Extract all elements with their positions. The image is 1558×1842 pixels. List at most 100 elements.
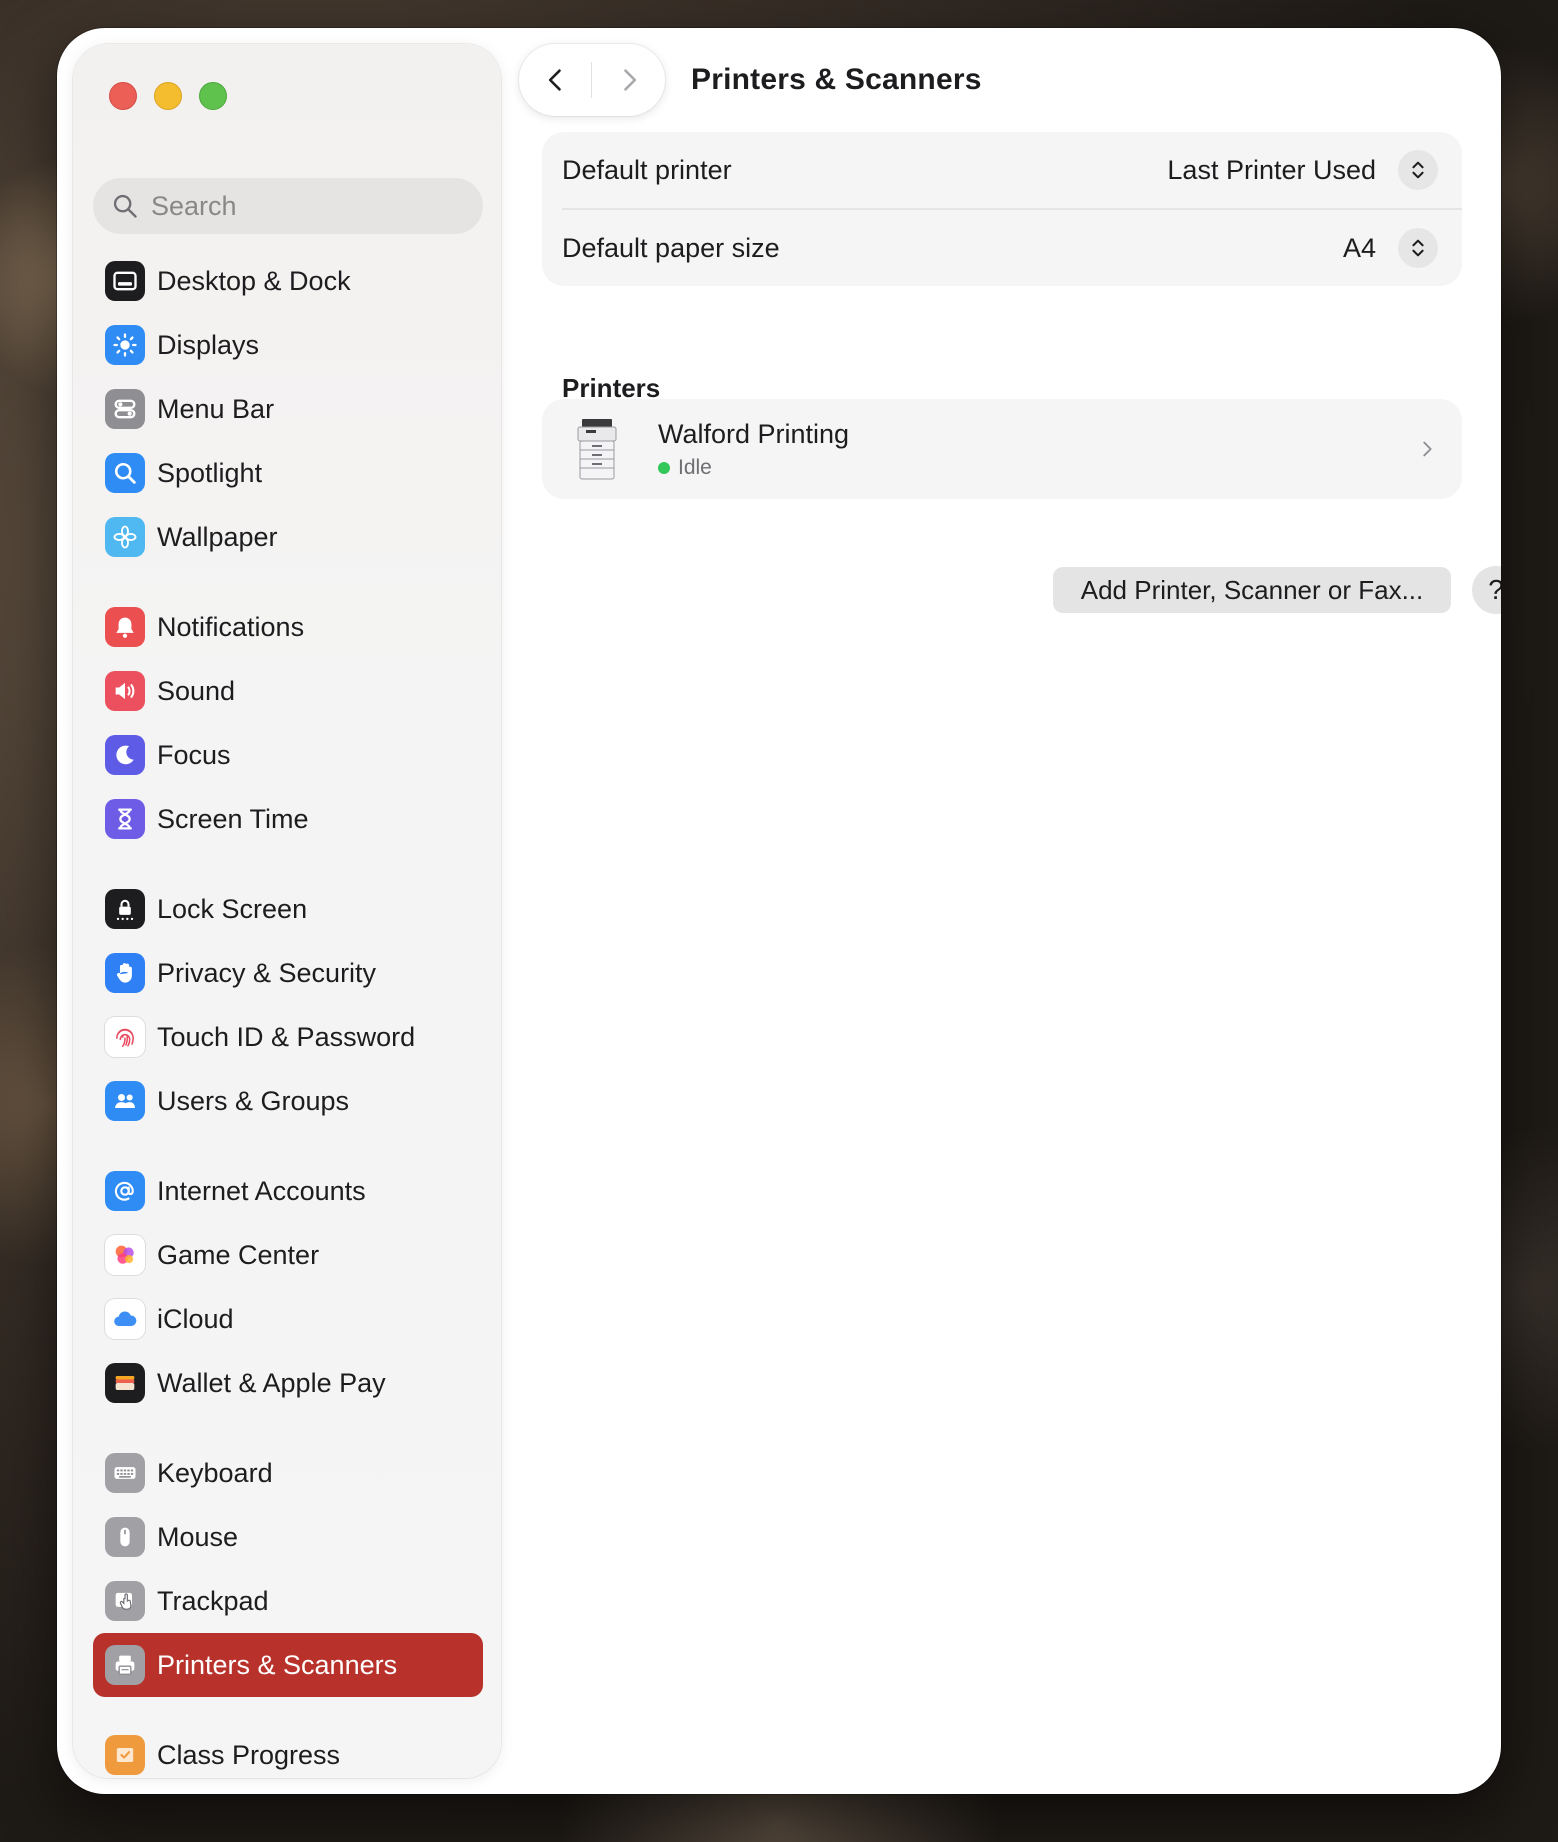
printer-status-text: Idle bbox=[678, 455, 712, 479]
notifications-icon bbox=[105, 607, 145, 647]
settings-window: Search Desktop & Dock Displays Menu Bar bbox=[57, 28, 1501, 1794]
sidebar-item-label: Wallpaper bbox=[157, 521, 278, 552]
default-paper-value: A4 bbox=[1342, 232, 1376, 263]
game-center-icon bbox=[105, 1235, 145, 1275]
help-button[interactable]: ? bbox=[1472, 566, 1501, 614]
sidebar-item-touch-id[interactable]: Touch ID & Password bbox=[93, 1005, 483, 1069]
wallpaper-icon bbox=[105, 517, 145, 557]
sidebar-item-label: Game Center bbox=[157, 1239, 320, 1270]
at-sign-icon bbox=[105, 1171, 145, 1211]
add-printer-button[interactable]: Add Printer, Scanner or Fax... bbox=[1053, 567, 1451, 613]
sidebar-item-privacy-security[interactable]: Privacy & Security bbox=[93, 941, 483, 1005]
default-printer-label: Default printer bbox=[562, 154, 732, 185]
sidebar-item-label: Sound bbox=[157, 675, 236, 706]
sidebar-item-wallet[interactable]: Wallet & Apple Pay bbox=[93, 1351, 483, 1415]
sidebar-item-users-groups[interactable]: Users & Groups bbox=[93, 1069, 483, 1133]
sidebar-item-label: Displays bbox=[157, 329, 260, 360]
focus-icon bbox=[105, 735, 145, 775]
sidebar-item-displays[interactable]: Displays bbox=[93, 313, 483, 377]
sidebar-item-label: Menu Bar bbox=[157, 393, 275, 424]
sidebar-item-trackpad[interactable]: Trackpad bbox=[93, 1569, 483, 1633]
navigation-buttons bbox=[519, 44, 665, 116]
sidebar-item-label: Mouse bbox=[157, 1521, 239, 1552]
screen-time-icon bbox=[105, 799, 145, 839]
displays-icon bbox=[105, 325, 145, 365]
sound-icon bbox=[105, 671, 145, 711]
sidebar-item-game-center[interactable]: Game Center bbox=[93, 1223, 483, 1287]
chevron-up-down-icon bbox=[1412, 161, 1424, 179]
sidebar-item-mouse[interactable]: Mouse bbox=[93, 1505, 483, 1569]
back-button[interactable] bbox=[542, 66, 570, 94]
sidebar-item-spotlight[interactable]: Spotlight bbox=[93, 441, 483, 505]
forward-button[interactable] bbox=[615, 66, 643, 94]
sidebar-nav: Desktop & Dock Displays Menu Bar Spotlig… bbox=[93, 249, 483, 1787]
sidebar-item-label: Trackpad bbox=[157, 1585, 269, 1616]
sidebar-item-label: Lock Screen bbox=[157, 893, 308, 924]
sidebar-item-label: Screen Time bbox=[157, 803, 309, 834]
sidebar-item-menu-bar[interactable]: Menu Bar bbox=[93, 377, 483, 441]
sidebar-item-sound[interactable]: Sound bbox=[93, 659, 483, 723]
menu-bar-icon bbox=[105, 389, 145, 429]
printers-list: Walford Printing Idle bbox=[542, 399, 1462, 499]
sidebar-item-label: Class Progress bbox=[157, 1739, 341, 1770]
spotlight-icon bbox=[105, 453, 145, 493]
sidebar-item-notifications[interactable]: Notifications bbox=[93, 595, 483, 659]
lock-screen-icon bbox=[105, 889, 145, 929]
default-printer-row[interactable]: Default printer Last Printer Used bbox=[542, 132, 1462, 208]
chevron-right-icon bbox=[1423, 441, 1432, 457]
chevron-up-down-icon bbox=[1412, 239, 1424, 257]
sidebar-item-label: Touch ID & Password bbox=[157, 1021, 416, 1052]
sidebar-item-keyboard[interactable]: Keyboard bbox=[93, 1441, 483, 1505]
sidebar-item-label: Spotlight bbox=[157, 457, 263, 488]
sidebar-item-label: Printers & Scanners bbox=[157, 1649, 398, 1680]
trackpad-icon bbox=[105, 1581, 145, 1621]
search-icon bbox=[113, 194, 137, 218]
search-input[interactable]: Search bbox=[93, 178, 483, 234]
sidebar-item-label: Desktop & Dock bbox=[157, 265, 351, 296]
close-button[interactable] bbox=[109, 82, 137, 110]
toolbar: Printers & Scanners bbox=[519, 44, 1479, 116]
sidebar-item-label: Internet Accounts bbox=[157, 1175, 366, 1206]
icloud-icon bbox=[105, 1299, 145, 1339]
default-printer-stepper[interactable] bbox=[1398, 150, 1438, 190]
printer-name: Walford Printing bbox=[658, 418, 850, 449]
keyboard-icon bbox=[105, 1453, 145, 1493]
sidebar-item-printers-scanners[interactable]: Printers & Scanners bbox=[93, 1633, 483, 1697]
class-progress-icon bbox=[105, 1735, 145, 1775]
printer-row[interactable]: Walford Printing Idle bbox=[542, 399, 1462, 499]
wallet-icon bbox=[105, 1363, 145, 1403]
mouse-icon bbox=[105, 1517, 145, 1557]
sidebar-item-icloud[interactable]: iCloud bbox=[93, 1287, 483, 1351]
sidebar-item-lock-screen[interactable]: Lock Screen bbox=[93, 877, 483, 941]
users-groups-icon bbox=[105, 1081, 145, 1121]
sidebar-item-label: iCloud bbox=[157, 1303, 234, 1334]
defaults-group: Default printer Last Printer Used Defaul… bbox=[542, 132, 1462, 286]
sidebar: Search Desktop & Dock Displays Menu Bar bbox=[73, 44, 501, 1778]
zoom-button[interactable] bbox=[199, 82, 227, 110]
sidebar-item-focus[interactable]: Focus bbox=[93, 723, 483, 787]
window-controls bbox=[109, 82, 227, 110]
printer-status: Idle bbox=[658, 456, 849, 480]
status-dot-icon bbox=[658, 461, 670, 474]
default-paper-label: Default paper size bbox=[562, 232, 780, 263]
office-printer-icon bbox=[577, 419, 617, 480]
sidebar-item-label: Privacy & Security bbox=[157, 957, 377, 988]
default-paper-row[interactable]: Default paper size A4 bbox=[542, 210, 1462, 286]
sidebar-item-wallpaper[interactable]: Wallpaper bbox=[93, 505, 483, 569]
privacy-hand-icon bbox=[105, 953, 145, 993]
sidebar-item-screen-time[interactable]: Screen Time bbox=[93, 787, 483, 851]
sidebar-item-label: Focus bbox=[157, 739, 231, 770]
sidebar-item-desktop-dock[interactable]: Desktop & Dock bbox=[93, 249, 483, 313]
page-title: Printers & Scanners bbox=[691, 63, 982, 96]
sidebar-item-label: Notifications bbox=[157, 611, 305, 642]
minimize-button[interactable] bbox=[154, 82, 182, 110]
sidebar-item-class-progress[interactable]: Class Progress bbox=[93, 1723, 483, 1787]
fingerprint-icon bbox=[105, 1017, 145, 1057]
sidebar-item-internet-accounts[interactable]: Internet Accounts bbox=[93, 1159, 483, 1223]
sidebar-item-label: Users & Groups bbox=[157, 1085, 350, 1116]
sidebar-item-label: Keyboard bbox=[157, 1457, 273, 1488]
printer-info: Walford Printing Idle bbox=[658, 419, 849, 480]
default-paper-stepper[interactable] bbox=[1398, 228, 1438, 268]
sidebar-item-label: Wallet & Apple Pay bbox=[157, 1367, 386, 1398]
desktop-dock-icon bbox=[105, 261, 145, 301]
